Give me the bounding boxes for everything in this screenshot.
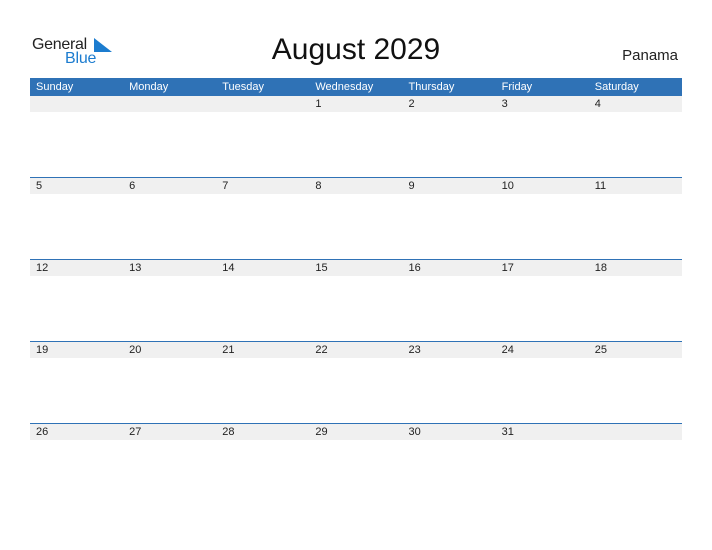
week-row: 1 2 3 4: [30, 96, 682, 177]
day-cell: 5: [36, 180, 43, 192]
week-notes-area: [30, 112, 682, 177]
calendar-grid: Sunday Monday Tuesday Wednesday Thursday…: [30, 78, 682, 505]
day-cell: 29: [315, 426, 328, 438]
date-number-row: 19 20 21 22 23 24 25: [30, 342, 682, 358]
day-cell: 4: [594, 98, 601, 110]
day-cell: 24: [501, 344, 514, 356]
day-cell: 1: [315, 98, 322, 110]
day-cell: 6: [129, 180, 136, 192]
day-cell: 9: [408, 180, 415, 192]
day-cell: 28: [222, 426, 235, 438]
day-cell: 20: [129, 344, 142, 356]
weekday-saturday: Saturday: [594, 81, 639, 93]
day-cell: 8: [315, 180, 322, 192]
day-cell: 22: [315, 344, 328, 356]
calendar-title: August 2029: [271, 33, 441, 66]
week-row: 5 6 7 8 9 10 11: [30, 177, 682, 259]
weekday-sunday: Sunday: [36, 81, 74, 93]
week-notes-area: [30, 440, 682, 505]
week-notes-area: [30, 358, 682, 423]
day-cell: [589, 424, 682, 440]
day-cell: 15: [315, 262, 328, 274]
weekday-wednesday: Wednesday: [315, 81, 374, 93]
day-cell: 17: [501, 262, 514, 274]
day-cell: [30, 96, 123, 112]
weekday-tuesday: Tuesday: [222, 81, 265, 93]
day-cell: 19: [36, 344, 49, 356]
date-number-row: 12 13 14 15 16 17 18: [30, 260, 682, 276]
day-cell: 23: [408, 344, 421, 356]
weekday-header: Sunday Monday Tuesday Wednesday Thursday…: [30, 78, 682, 96]
day-cell: 13: [129, 262, 142, 274]
weekday-thursday: Thursday: [408, 81, 455, 93]
day-cell: 25: [594, 344, 607, 356]
date-number-row: 1 2 3 4: [30, 96, 682, 112]
week-row: 19 20 21 22 23 24 25: [30, 341, 682, 423]
day-cell: 10: [501, 180, 514, 192]
day-cell: [123, 96, 216, 112]
day-cell: 14: [222, 262, 235, 274]
date-number-row: 5 6 7 8 9 10 11: [30, 178, 682, 194]
day-cell: [216, 96, 309, 112]
week-notes-area: [30, 194, 682, 259]
day-cell: 30: [408, 426, 421, 438]
day-cell: 12: [36, 262, 49, 274]
day-cell: 2: [408, 98, 415, 110]
day-cell: 7: [222, 180, 229, 192]
day-cell: 11: [594, 180, 607, 192]
date-number-row: 26 27 28 29 30 31: [30, 424, 682, 440]
country-label: Panama: [622, 47, 678, 64]
weekday-friday: Friday: [501, 81, 533, 93]
day-cell: 21: [222, 344, 235, 356]
day-cell: 16: [408, 262, 421, 274]
weekday-monday: Monday: [129, 81, 169, 93]
day-cell: 27: [129, 426, 142, 438]
day-cell: 31: [501, 426, 514, 438]
day-cell: 3: [501, 98, 508, 110]
day-cell: 26: [36, 426, 49, 438]
week-notes-area: [30, 276, 682, 341]
week-row: 26 27 28 29 30 31: [30, 423, 682, 505]
day-cell: 18: [594, 262, 607, 274]
week-row: 12 13 14 15 16 17 18: [30, 259, 682, 341]
